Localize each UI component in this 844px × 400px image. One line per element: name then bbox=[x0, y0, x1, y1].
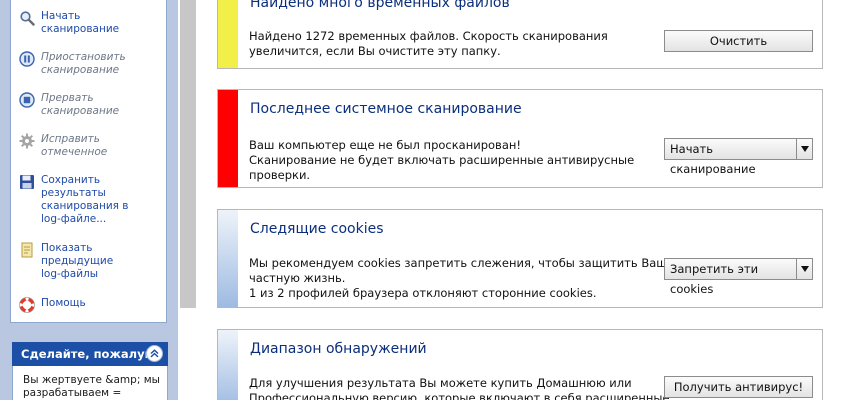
start-scan-split-button[interactable]: Начать сканирование bbox=[664, 138, 813, 176]
lifebuoy-icon bbox=[19, 297, 35, 313]
stop-icon bbox=[19, 92, 35, 108]
stop-scan-label: Прервать сканирование bbox=[41, 92, 120, 117]
dropdown-arrow-icon[interactable] bbox=[796, 139, 812, 159]
last-scan-panel: Последнее системное сканирование Ваш ком… bbox=[217, 89, 823, 188]
fix-selected-label: Исправить отмеченное bbox=[41, 133, 108, 158]
panel-text: Ваш компьютер еще не был просканирован! … bbox=[249, 138, 635, 182]
show-logs-link[interactable]: Показать предыдущие log-файлы bbox=[19, 242, 164, 281]
get-antivirus-button[interactable]: Получить антивирус! bbox=[664, 376, 813, 398]
start-scan-button-label: Начать сканирование bbox=[670, 142, 756, 176]
block-cookies-split-button[interactable]: Запретить эти cookies bbox=[664, 258, 813, 296]
gear-icon bbox=[19, 133, 35, 149]
panel-text: Для улучшения результата Вы можете купит… bbox=[249, 376, 670, 400]
floppy-disk-icon bbox=[20, 175, 34, 189]
panel-title: Последнее системное сканирование bbox=[250, 101, 522, 117]
pause-scan-label: Приостановить сканирование bbox=[41, 51, 126, 76]
start-scan-link[interactable]: Начать сканирование bbox=[19, 10, 164, 36]
chevron-up-icon[interactable] bbox=[146, 345, 163, 362]
tracking-cookies-panel: Следящие cookies Мы рекомендуем cookies … bbox=[217, 209, 823, 308]
status-stripe-blue bbox=[218, 210, 238, 307]
magnifier-icon bbox=[20, 11, 35, 26]
help-link[interactable]: Помощь bbox=[19, 297, 164, 313]
save-log-link[interactable]: Сохранить результаты сканирования в log-… bbox=[19, 174, 164, 226]
pause-icon bbox=[19, 51, 35, 67]
status-stripe-yellow bbox=[218, 0, 238, 68]
stop-scan-link[interactable]: Прервать сканирование bbox=[19, 92, 164, 118]
log-file-icon bbox=[21, 242, 33, 258]
task-pane: Начать сканирование Приостановить сканир… bbox=[0, 0, 178, 400]
donate-title: Сделайте, пожалуйс bbox=[21, 347, 160, 361]
donate-header[interactable]: Сделайте, пожалуйс bbox=[12, 342, 168, 366]
save-log-label: Сохранить результаты сканирования в log-… bbox=[41, 174, 129, 225]
status-stripe-red bbox=[218, 90, 238, 187]
clean-button[interactable]: Очистить bbox=[664, 30, 813, 52]
help-label: Помощь bbox=[41, 297, 86, 309]
show-logs-label: Показать предыдущие log-файлы bbox=[41, 242, 114, 280]
task-list: Начать сканирование Приостановить сканир… bbox=[10, 0, 167, 323]
donate-text: Вы жертвуете &amp; мы разрабатываем = bbox=[12, 366, 168, 400]
block-cookies-button-label: Запретить эти cookies bbox=[670, 262, 759, 296]
pause-scan-link[interactable]: Приостановить сканирование bbox=[19, 51, 164, 77]
panel-title: Следящие cookies bbox=[250, 221, 384, 237]
dropdown-arrow-icon[interactable] bbox=[796, 259, 812, 279]
detection-range-panel: Диапазон обнаружений Для улучшения резул… bbox=[217, 329, 823, 400]
panel-text: Найдено 1272 временных файлов. Скорость … bbox=[249, 29, 608, 58]
panel-title: Найдено много временных файлов bbox=[250, 0, 510, 11]
scrollbar[interactable] bbox=[180, 0, 196, 308]
start-scan-label: Начать сканирование bbox=[41, 10, 120, 35]
fix-selected-link[interactable]: Исправить отмеченное bbox=[19, 133, 164, 159]
panel-title: Диапазон обнаружений bbox=[250, 341, 427, 357]
temp-files-panel: Найдено много временных файлов Найдено 1… bbox=[217, 0, 823, 69]
status-stripe-blue bbox=[218, 330, 238, 400]
panel-text: Мы рекомендуем cookies запретить слежени… bbox=[249, 256, 674, 300]
